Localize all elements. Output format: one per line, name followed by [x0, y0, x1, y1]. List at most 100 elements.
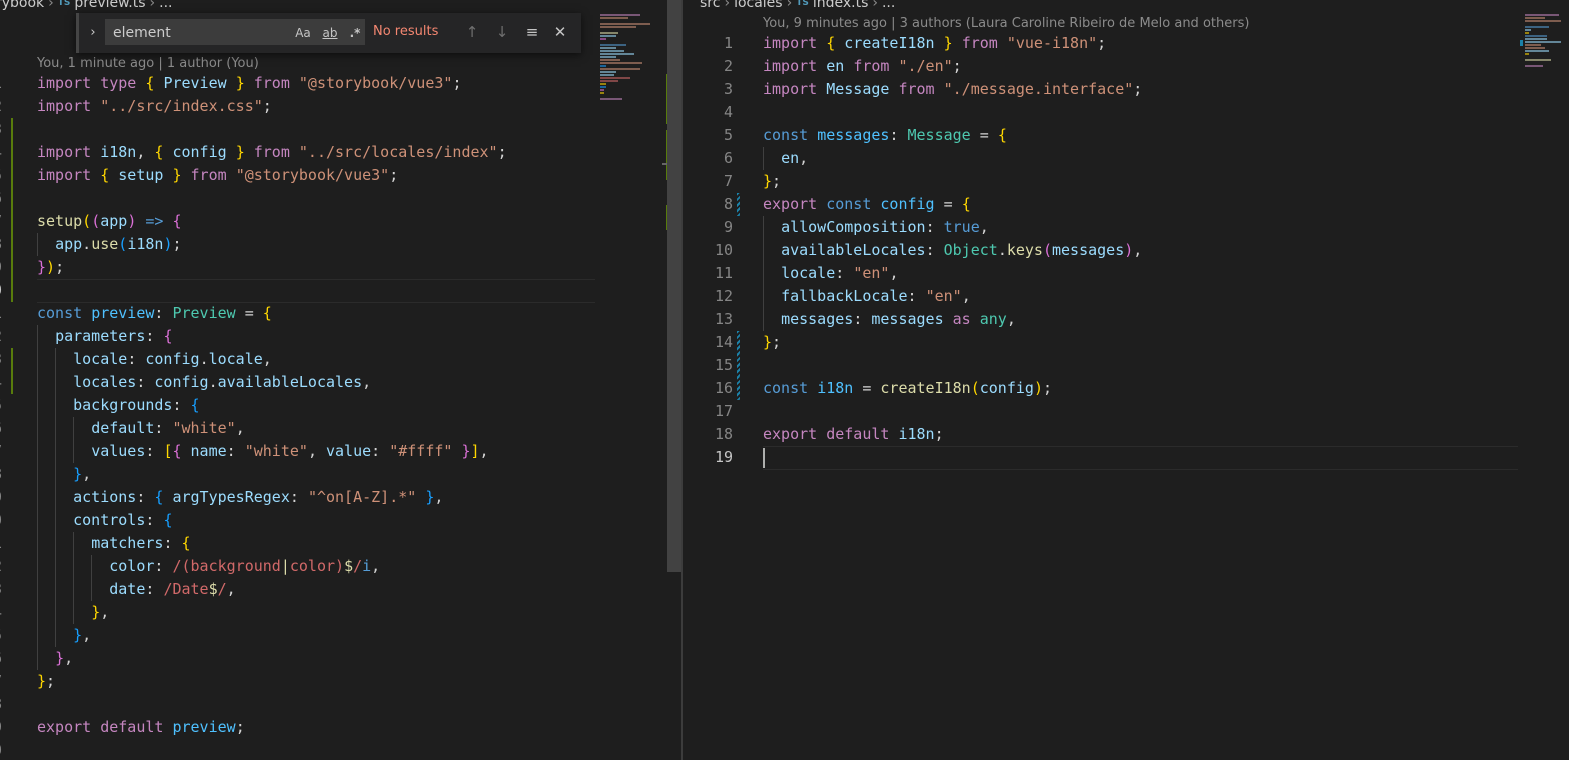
code-line[interactable]: 5 const messages: Message = {: [683, 124, 1569, 147]
code-line[interactable]: 3 date: /Date$/,: [0, 578, 681, 601]
code-area[interactable]: 1 import { createI18n } from "vue-i18n"; 2…: [683, 32, 1569, 472]
code-line[interactable]: 19: [683, 446, 1569, 470]
code-line[interactable]: 1 import { createI18n } from "vue-i18n";: [683, 32, 1569, 55]
code-line[interactable]: 8 },: [0, 463, 681, 486]
code-text[interactable]: export default preview;: [37, 716, 245, 739]
breadcrumb-symbol[interactable]: ...: [159, 0, 172, 11]
code-text[interactable]: import { createI18n } from "vue-i18n";: [763, 32, 1106, 55]
code-line[interactable]: 9 allowComposition: true,: [683, 216, 1569, 239]
close-icon[interactable]: ✕: [549, 21, 571, 43]
find-in-selection-icon[interactable]: ≡: [521, 21, 543, 43]
code-text[interactable]: };: [763, 170, 781, 193]
code-line[interactable]: 7setup((app) => {: [0, 210, 681, 233]
code-text[interactable]: export default i18n;: [763, 423, 944, 446]
code-line[interactable]: 2 import "../src/index.css";: [0, 95, 681, 118]
code-line[interactable]: 8 app.use(i18n);: [0, 233, 681, 256]
minimap[interactable]: [600, 14, 660, 101]
code-text[interactable]: export const config = {: [763, 193, 971, 216]
modified-line-indicator[interactable]: [11, 279, 13, 302]
code-line[interactable]: 2 parameters: {: [0, 325, 681, 348]
breadcrumb-file[interactable]: preview.ts: [74, 0, 145, 11]
code-text[interactable]: allowComposition: true,: [763, 216, 989, 239]
code-line[interactable]: 3 locale: config.locale,: [0, 348, 681, 371]
code-text[interactable]: messages: messages as any,: [763, 308, 1016, 331]
code-text[interactable]: import Message from "./message.interface…: [763, 78, 1142, 101]
code-line[interactable]: 10 availableLocales: Object.keys(message…: [683, 239, 1569, 262]
code-text[interactable]: const i18n = createI18n(config);: [763, 377, 1052, 400]
code-text[interactable]: };: [763, 331, 781, 354]
code-line[interactable]: 9 actions: { argTypesRegex: "^on[A-Z].*"…: [0, 486, 681, 509]
code-line[interactable]: 18 export default i18n;: [683, 423, 1569, 446]
code-line[interactable]: 8 export const config = {: [683, 193, 1569, 216]
scrollbar-thumb[interactable]: [667, 0, 681, 572]
right-editor-pane[interactable]: src › locales › TS index.ts ›... You, 9 minute…: [683, 0, 1569, 760]
code-line[interactable]: 4 },: [0, 601, 681, 624]
code-text[interactable]: setup((app) => {: [37, 210, 182, 233]
uncommitted-change-indicator[interactable]: [737, 193, 740, 216]
code-line[interactable]: 9});: [0, 256, 681, 279]
code-line[interactable]: 15: [683, 354, 1569, 377]
code-line[interactable]: 1 const preview: Preview = {: [0, 302, 681, 325]
code-line[interactable]: 6 default: "white",: [0, 417, 681, 440]
code-text[interactable]: app.use(i18n);: [37, 233, 181, 256]
code-line[interactable]: 4 import i18n, { config } from "../src/lo…: [0, 141, 681, 164]
code-line[interactable]: 2 color: /(background|color)$/i,: [0, 555, 681, 578]
code-line[interactable]: 5 backgrounds: {: [0, 394, 681, 417]
code-text[interactable]: import type { Preview } from "@storybook…: [37, 72, 461, 95]
code-text[interactable]: import en from "./en";: [763, 55, 962, 78]
code-line[interactable]: 4: [683, 101, 1569, 124]
code-text[interactable]: controls: {: [37, 509, 172, 532]
code-text[interactable]: values: [{ name: "white", value: "#ffff"…: [37, 440, 488, 463]
minimap[interactable]: [1525, 14, 1565, 68]
code-text[interactable]: parameters: {: [37, 325, 172, 348]
code-text[interactable]: },: [37, 601, 109, 624]
vertical-scrollbar[interactable]: [667, 0, 681, 760]
arrow-up-icon[interactable]: ↑: [461, 21, 483, 43]
code-line[interactable]: 4 locales: config.availableLocales,: [0, 371, 681, 394]
breadcrumb-folder[interactable]: rybook: [0, 0, 44, 11]
code-line[interactable]: 11 locale: "en",: [683, 262, 1569, 285]
modified-line-indicator[interactable]: [11, 210, 13, 233]
code-line[interactable]: 7 values: [{ name: "white", value: "#fff…: [0, 440, 681, 463]
breadcrumb-folder[interactable]: src: [700, 0, 720, 11]
code-line[interactable]: 1 import type { Preview } from "@storyboo…: [0, 72, 681, 95]
code-line[interactable]: 2 import en from "./en";: [683, 55, 1569, 78]
modified-line-indicator[interactable]: [11, 256, 13, 279]
code-line[interactable]: 6 },: [0, 647, 681, 670]
regex-icon[interactable]: .*: [346, 23, 364, 43]
code-line[interactable]: 6: [0, 187, 681, 210]
code-line[interactable]: 17: [683, 400, 1569, 423]
breadcrumb-file[interactable]: index.ts: [813, 0, 869, 11]
modified-line-indicator[interactable]: [11, 371, 13, 394]
code-line[interactable]: 5 import { setup } from "@storybook/vue3"…: [0, 164, 681, 187]
code-text[interactable]: default: "white",: [37, 417, 245, 440]
code-line[interactable]: 6 en,: [683, 147, 1569, 170]
code-text[interactable]: date: /Date$/,: [37, 578, 235, 601]
code-line[interactable]: 7};: [0, 670, 681, 693]
code-text[interactable]: availableLocales: Object.keys(messages),: [763, 239, 1142, 262]
code-text[interactable]: fallbackLocale: "en",: [763, 285, 971, 308]
arrow-down-icon[interactable]: ↓: [491, 21, 513, 43]
uncommitted-change-indicator[interactable]: [737, 354, 740, 377]
code-line[interactable]: 0 controls: {: [0, 509, 681, 532]
breadcrumb-symbol[interactable]: ...: [882, 0, 895, 11]
code-text[interactable]: import "../src/index.css";: [37, 95, 272, 118]
code-text[interactable]: locale: "en",: [763, 262, 898, 285]
code-text[interactable]: const messages: Message = {: [763, 124, 1007, 147]
left-editor-pane[interactable]: rybook › TS preview.ts ›... You, 1 minute ag…: [0, 0, 681, 760]
code-text[interactable]: },: [37, 463, 91, 486]
code-text[interactable]: locales: config.availableLocales,: [37, 371, 371, 394]
code-text[interactable]: };: [37, 670, 55, 693]
blame-annotation[interactable]: You, 1 minute ago | 1 author (You): [37, 55, 259, 73]
find-input[interactable]: [111, 22, 285, 44]
code-line[interactable]: 3 import Message from "./message.interfac…: [683, 78, 1569, 101]
whole-word-icon[interactable]: ab: [318, 23, 342, 43]
modified-line-indicator[interactable]: [11, 164, 13, 187]
code-line[interactable]: 13 messages: messages as any,: [683, 308, 1569, 331]
code-text[interactable]: },: [37, 647, 73, 670]
chevron-right-icon[interactable]: ›: [85, 23, 101, 43]
modified-line-indicator[interactable]: [11, 348, 13, 371]
modified-line-indicator[interactable]: [11, 233, 13, 256]
code-line[interactable]: 14};: [683, 331, 1569, 354]
code-line[interactable]: 0: [0, 739, 681, 760]
